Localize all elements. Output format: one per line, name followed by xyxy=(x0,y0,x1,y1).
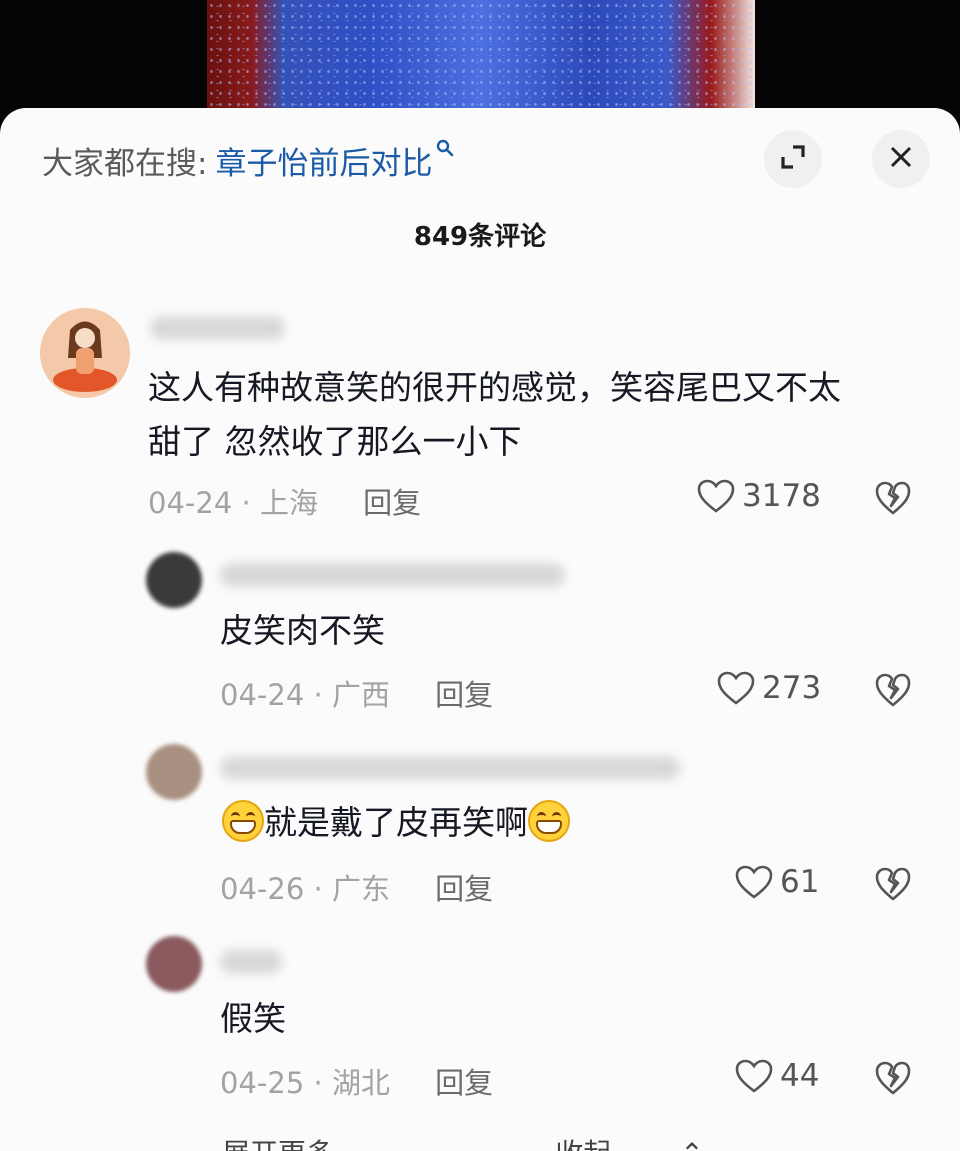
comment-meta: 04-24 · 上海 回复 xyxy=(148,486,422,520)
username-blurred[interactable] xyxy=(150,316,285,340)
username-blurred[interactable] xyxy=(220,756,680,780)
expand-button[interactable] xyxy=(764,130,822,188)
broken-heart-icon xyxy=(875,1061,911,1095)
comment-text-body: 就是戴了皮再笑啊 xyxy=(264,803,528,842)
comment-text: 皮笑肉不笑 xyxy=(220,611,385,650)
comment-date: 04-26 xyxy=(220,872,305,906)
like-button[interactable]: 44 xyxy=(734,1058,819,1094)
like-button[interactable]: 273 xyxy=(716,670,821,706)
comment-text: 假笑 xyxy=(220,999,286,1038)
reply-button[interactable]: 回复 xyxy=(363,486,421,520)
comment-meta: 04-25 · 湖北 回复 xyxy=(220,1066,494,1100)
like-count: 44 xyxy=(780,1058,820,1094)
collapse-button[interactable]: 收起 ⌃ xyxy=(555,1137,763,1151)
dislike-button[interactable] xyxy=(874,480,912,520)
username-blurred[interactable] xyxy=(220,950,282,974)
avatar[interactable] xyxy=(146,552,202,608)
comment-date: 04-24 xyxy=(148,486,233,520)
reply-button[interactable]: 回复 xyxy=(435,872,493,906)
chevron-up-icon: ⌃ xyxy=(680,1137,703,1151)
comment-text: 就是戴了皮再笑啊 xyxy=(222,796,570,850)
expand-more-label: 展开更多 xyxy=(222,1137,334,1151)
comment-text-line: 甜了 忽然收了那么一小下 xyxy=(148,422,522,461)
close-icon xyxy=(889,145,913,173)
like-count: 61 xyxy=(780,864,820,900)
comment-text: 这人有种故意笑的很开的感觉，笑容尾巴又不太 甜了 忽然收了那么一小下 xyxy=(148,361,841,469)
broken-heart-icon xyxy=(875,867,911,901)
expand-icon xyxy=(779,143,807,175)
comment-location: 上海 xyxy=(259,486,318,520)
search-suggestion-prefix: 大家都在搜: xyxy=(42,145,208,182)
comment-location: 广西 xyxy=(331,678,390,712)
like-count: 273 xyxy=(762,670,822,706)
dislike-button[interactable] xyxy=(874,866,912,906)
broken-heart-icon xyxy=(875,673,911,707)
comment-meta: 04-24 · 广西 回复 xyxy=(220,678,494,712)
username-blurred[interactable] xyxy=(220,563,565,587)
grinning-sweat-emoji-icon xyxy=(222,800,264,842)
comment-date: 04-25 xyxy=(220,1066,305,1100)
expand-more-button[interactable]: 展开更多 ⌄ xyxy=(222,1137,486,1151)
broken-heart-icon xyxy=(875,481,911,515)
comment-count: 849条评论 xyxy=(413,222,547,252)
collapse-label: 收起 xyxy=(555,1137,611,1151)
comments-sheet: 大家都在搜: 章子怡前后对比 849条评论 这人有种故意笑的很开的感觉，笑容尾巴… xyxy=(0,108,960,1151)
comment-location: 湖北 xyxy=(331,1066,390,1100)
reply-button[interactable]: 回复 xyxy=(435,678,493,712)
comment-meta: 04-26 · 广东 回复 xyxy=(220,872,494,906)
heart-icon xyxy=(697,479,735,513)
close-button[interactable] xyxy=(872,130,930,188)
search-icon[interactable] xyxy=(436,138,454,162)
like-button[interactable]: 61 xyxy=(734,864,819,900)
avatar[interactable] xyxy=(146,744,202,800)
search-suggestion-term[interactable]: 章子怡前后对比 xyxy=(215,138,432,183)
heart-icon xyxy=(717,671,755,705)
comment-location: 广东 xyxy=(331,872,390,906)
reply-button[interactable]: 回复 xyxy=(435,1066,493,1100)
chevron-down-icon: ⌄ xyxy=(403,1137,426,1151)
avatar[interactable] xyxy=(146,936,202,992)
like-button[interactable]: 3178 xyxy=(696,478,821,514)
search-suggestion[interactable]: 大家都在搜: 章子怡前后对比 xyxy=(42,138,454,183)
dislike-button[interactable] xyxy=(874,672,912,712)
comment-date: 04-24 xyxy=(220,678,305,712)
comment-text-line: 这人有种故意笑的很开的感觉，笑容尾巴又不太 xyxy=(148,368,841,407)
dislike-button[interactable] xyxy=(874,1060,912,1100)
avatar[interactable] xyxy=(40,308,130,398)
like-count: 3178 xyxy=(742,478,821,514)
replies-footer: 展开更多 ⌄ 收起 ⌃ xyxy=(222,1132,824,1151)
grinning-emoji-icon xyxy=(528,800,570,842)
heart-icon xyxy=(735,1059,773,1093)
heart-icon xyxy=(735,865,773,899)
